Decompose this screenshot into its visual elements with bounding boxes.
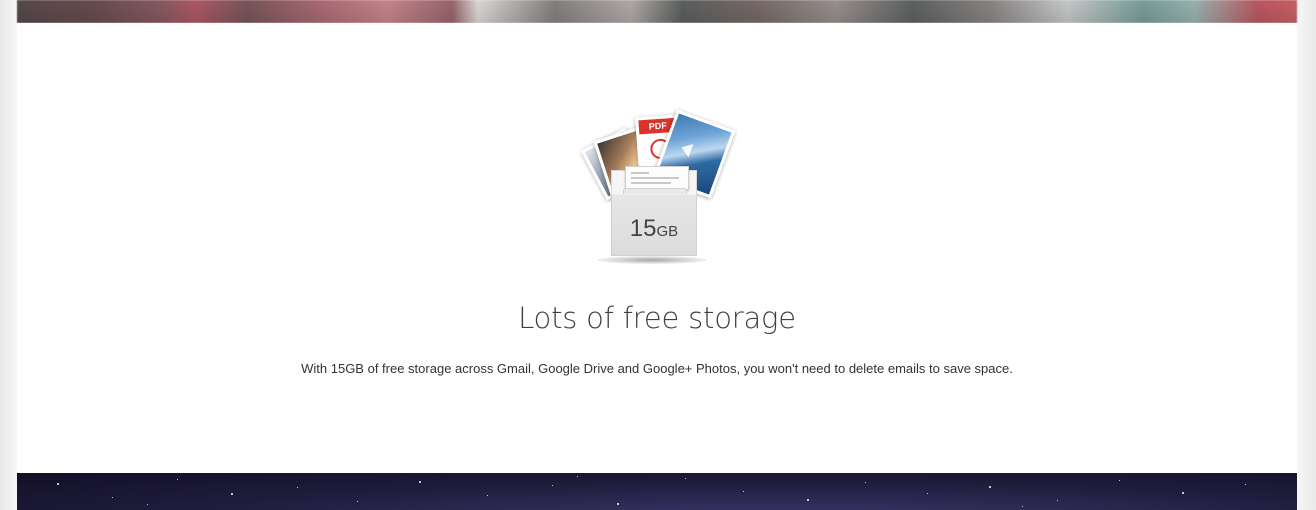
page: PDF 15GB Lots of free storage With 15GB … [0,0,1316,510]
previous-section-photo-banner [17,0,1297,23]
play-icon [679,140,694,158]
document-preview [625,166,689,190]
storage-feature-section: PDF 15GB Lots of free storage With 15GB … [17,23,1297,473]
folder-front: 15GB [611,194,697,256]
storage-amount-number: 15 [629,215,657,242]
storage-amount-label: 15GB [612,215,696,243]
storage-folder-icon: PDF 15GB [580,108,736,268]
folder-shadow [597,256,707,264]
right-gutter [1297,0,1316,510]
feature-title: Lots of free storage [518,301,796,335]
feature-description: With 15GB of free storage across Gmail, … [301,361,1013,376]
folder-icon: 15GB [611,166,697,256]
next-section-starfield-banner [17,473,1297,510]
storage-amount-unit: GB [656,223,679,240]
left-gutter [0,0,17,510]
